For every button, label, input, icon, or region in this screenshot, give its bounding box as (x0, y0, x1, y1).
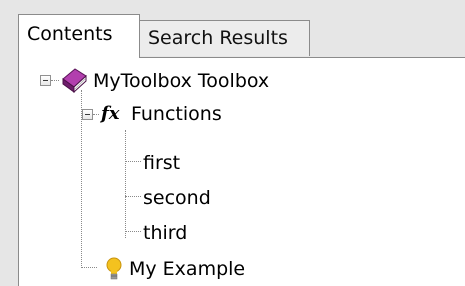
tree-item-label: second (143, 187, 211, 209)
tab-contents-label: Contents (27, 23, 113, 45)
book-icon (62, 68, 87, 93)
tree-item-label: first (143, 152, 181, 174)
tree-item-label: My Example (129, 258, 246, 280)
tree-connector (51, 80, 59, 81)
help-browser-panel: Contents Search Results MyToolbox Toolbo… (8, 0, 465, 286)
tree-connector (81, 267, 97, 268)
tree-connector (93, 114, 99, 115)
tree-connector (125, 231, 141, 232)
tree-item-label: MyToolbox Toolbox (93, 70, 270, 92)
collapse-icon[interactable] (40, 75, 51, 86)
contents-tree: MyToolbox Toolbox fx Functions first sec… (18, 57, 465, 286)
tree-connector (125, 130, 126, 238)
tree-item-label: third (143, 222, 188, 244)
tree-item-label: Functions (131, 103, 222, 125)
collapse-icon[interactable] (82, 109, 93, 120)
tree-connector (125, 161, 141, 162)
tab-search-results[interactable]: Search Results (139, 20, 310, 56)
lightbulb-icon (106, 257, 122, 280)
tab-contents[interactable]: Contents (18, 14, 140, 58)
tab-search-results-label: Search Results (148, 27, 288, 49)
fx-icon: fx (101, 103, 120, 124)
tree-connector (125, 196, 141, 197)
